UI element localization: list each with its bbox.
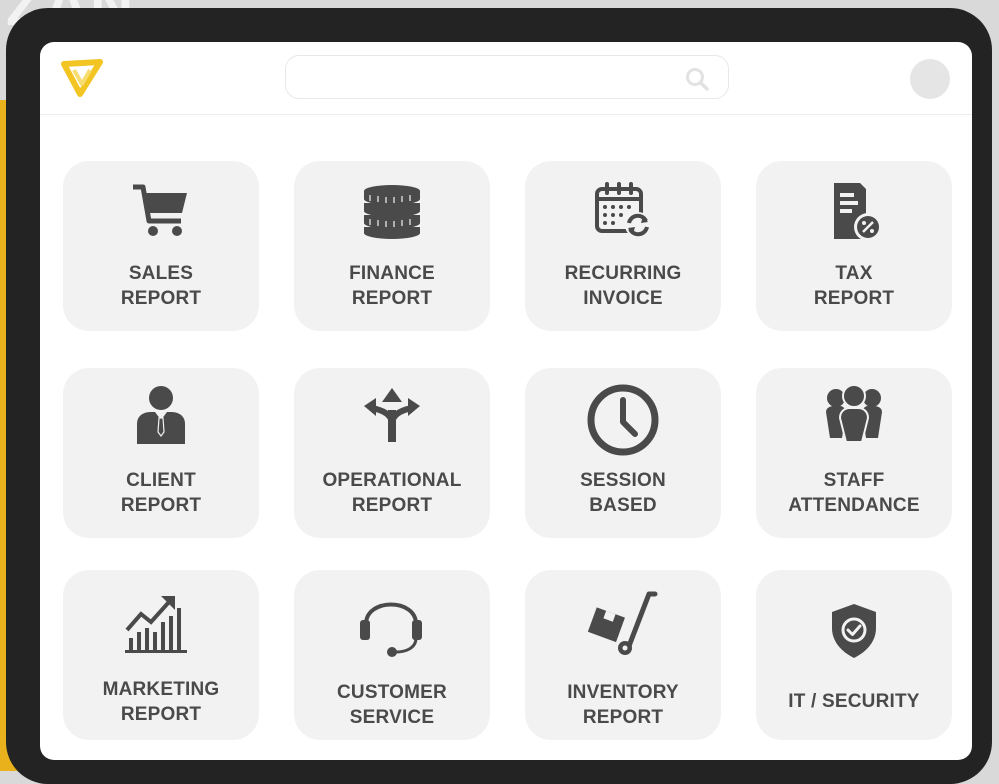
- tile-label-line2: BASED: [589, 495, 657, 516]
- tile-it-security[interactable]: IT / SECURITY: [756, 570, 952, 740]
- growth-chart-icon: [125, 596, 187, 653]
- search-input[interactable]: [300, 66, 674, 90]
- tile-operational-report[interactable]: OPERATIONAL REPORT: [294, 368, 490, 538]
- clock-icon: [587, 384, 659, 456]
- tile-customer-service[interactable]: CUSTOMER SERVICE: [294, 570, 490, 740]
- search-bar[interactable]: [285, 55, 729, 99]
- tile-label-line2: REPORT: [582, 707, 664, 728]
- tablet-frame: SALES REPORT FINANCE REPORT RECURRING IN…: [6, 8, 992, 784]
- businessman-icon: [137, 386, 185, 444]
- top-bar: [40, 42, 972, 115]
- tile-marketing-report[interactable]: MARKETING REPORT: [63, 570, 259, 740]
- tile-label-line1: SESSION: [580, 470, 666, 491]
- search-icon[interactable]: [684, 66, 710, 92]
- headset-icon: [360, 602, 422, 657]
- tile-sales-report[interactable]: SALES REPORT: [63, 161, 259, 331]
- tile-label-line2: SERVICE: [349, 707, 435, 728]
- tile-label-line1: STAFF: [823, 470, 885, 491]
- tile-label-line1: INVENTORY: [567, 682, 679, 703]
- tile-label-line1: TAX: [835, 263, 873, 284]
- tile-label-line2: REPORT: [351, 288, 433, 309]
- shield-check-icon: [832, 604, 876, 658]
- tile-label-line2: REPORT: [120, 288, 202, 309]
- tile-tax-report[interactable]: TAX REPORT: [756, 161, 952, 331]
- tile-session-based[interactable]: SESSION BASED: [525, 368, 721, 538]
- tile-label-line1: IT / SECURITY: [788, 691, 920, 712]
- branching-arrows-icon: [364, 388, 420, 442]
- user-avatar[interactable]: [910, 59, 950, 99]
- team-icon: [826, 384, 882, 443]
- tile-recurring-invoice[interactable]: RECURRING INVOICE: [525, 161, 721, 331]
- tile-inventory-report[interactable]: INVENTORY REPORT: [525, 570, 721, 740]
- tile-label-line2: REPORT: [120, 704, 202, 725]
- tile-finance-report[interactable]: FINANCE REPORT: [294, 161, 490, 331]
- cart-icon: [133, 184, 187, 236]
- tile-staff-attendance[interactable]: STAFF ATTENDANCE: [756, 368, 952, 538]
- tile-label-line2: REPORT: [351, 495, 433, 516]
- tax-document-icon: [834, 183, 882, 241]
- tile-label-line1: CUSTOMER: [337, 682, 447, 703]
- tile-client-report[interactable]: CLIENT REPORT: [63, 368, 259, 538]
- tile-label-line2: ATTENDANCE: [788, 495, 920, 516]
- tile-label-line2: INVOICE: [583, 288, 663, 309]
- tile-label-line1: SALES: [128, 263, 194, 284]
- tile-label-line2: REPORT: [813, 288, 895, 309]
- calendar-recurring-icon: [595, 182, 651, 238]
- coins-stack-icon: [364, 185, 420, 239]
- hand-truck-icon: [587, 591, 658, 655]
- tile-label-line1: MARKETING: [102, 679, 220, 700]
- tile-label-line1: OPERATIONAL: [322, 470, 462, 491]
- tile-label-line1: RECURRING: [564, 263, 682, 284]
- brand-logo-icon[interactable]: [58, 54, 106, 102]
- app-screen: SALES REPORT FINANCE REPORT RECURRING IN…: [40, 42, 972, 760]
- tile-label-line1: FINANCE: [349, 263, 435, 284]
- tile-label-line1: CLIENT: [126, 470, 196, 491]
- tile-label-line2: REPORT: [120, 495, 202, 516]
